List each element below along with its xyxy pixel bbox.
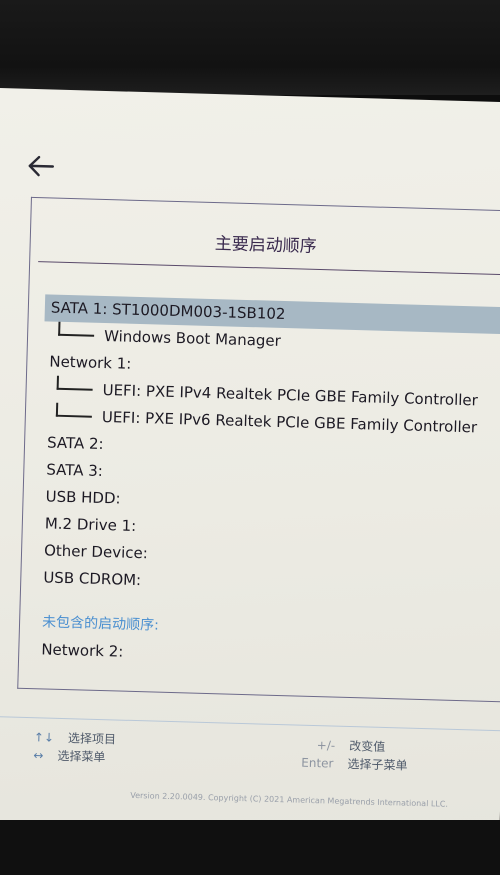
version-copyright: Version 2.20.0049. Copyright (C) 2021 Am… [130,790,449,809]
boot-order-panel: 主要启动顺序 SATA 1: ST1000DM003-1SB102 Window… [17,196,500,703]
tree-connector-icon [58,321,95,337]
boot-item-label: USB CDROM: [43,568,142,590]
leftright-arrows-icon: ↔ [33,748,44,763]
tree-connector-icon [56,375,93,391]
enter-key: Enter [301,755,334,771]
hint-select-item: ↑↓ 选择项目 [34,728,117,747]
hint-action: 选择菜单 [57,748,106,765]
arrow-left-icon[interactable] [25,151,56,182]
tree-connector-icon [55,402,93,418]
page-title: 主要启动顺序 [214,234,317,257]
monitor-bezel-bottom [0,820,500,875]
updown-arrows-icon: ↑↓ [33,730,55,745]
boot-item-label: Network 2: [41,640,124,661]
plus-minus-key: +/- [316,738,336,753]
boot-item-label: M.2 Drive 1: [44,514,137,535]
hint-action: 选择项目 [67,731,117,747]
boot-item-label: Network 1: [49,352,132,373]
hint-select-submenu: Enter 选择子菜单 [301,754,408,774]
boot-item-label: SATA 2: [46,433,104,454]
boot-item-label: Windows Boot Manager [103,327,282,350]
title-divider [38,261,500,276]
boot-item-label: Other Device: [43,541,149,563]
hint-change-value: +/- 改变值 [317,736,386,755]
boot-item-label: SATA 1: ST1000DM003-1SB102 [50,298,286,324]
hint-action: 选择子菜单 [347,756,408,773]
boot-order-list: SATA 1: ST1000DM003-1SB102 Windows Boot … [35,294,500,676]
boot-item-label: USB HDD: [45,487,121,508]
bios-screen: 主要启动顺序 SATA 1: ST1000DM003-1SB102 Window… [0,88,500,843]
monitor-bezel-top [0,0,500,95]
boot-item-label: SATA 3: [46,460,104,481]
hint-action: 改变值 [349,739,386,755]
hint-select-menu: ↔ 选择菜单 [33,746,106,765]
